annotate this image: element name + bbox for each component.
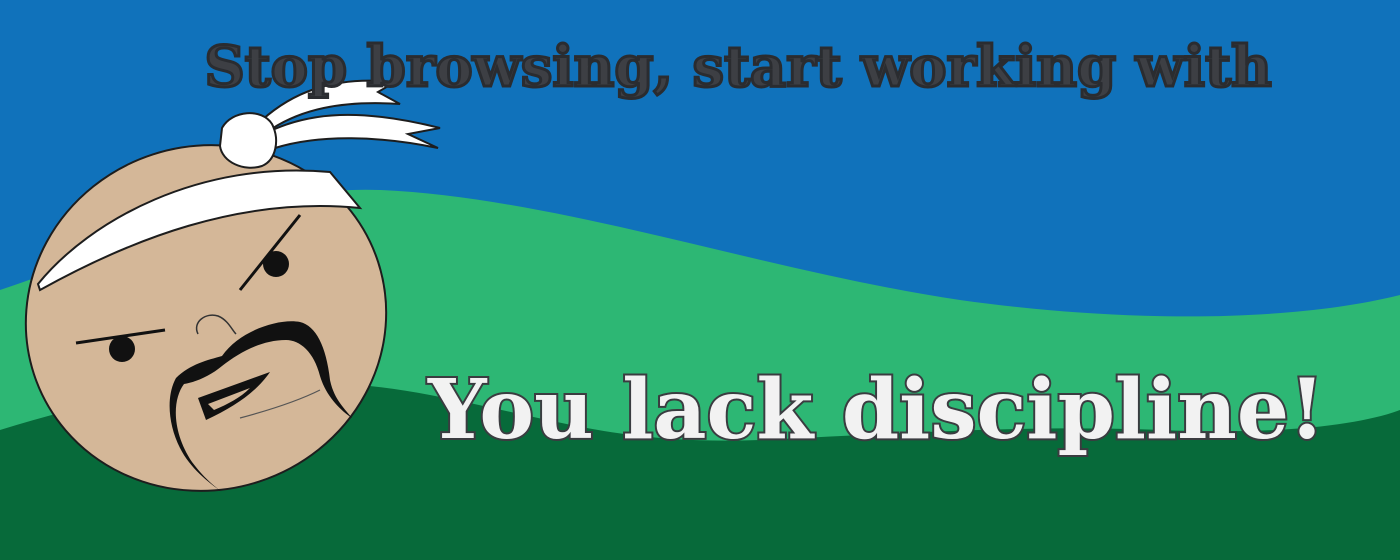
headline-text: Stop browsing, start working with — [203, 33, 1273, 102]
headband-knot-icon — [218, 112, 278, 169]
tagline-text: You lack discipline! — [426, 360, 1327, 460]
promo-banner: Stop browsing, start working with You la… — [0, 0, 1400, 560]
eye-left-icon — [109, 336, 135, 362]
eye-right-icon — [263, 251, 289, 277]
